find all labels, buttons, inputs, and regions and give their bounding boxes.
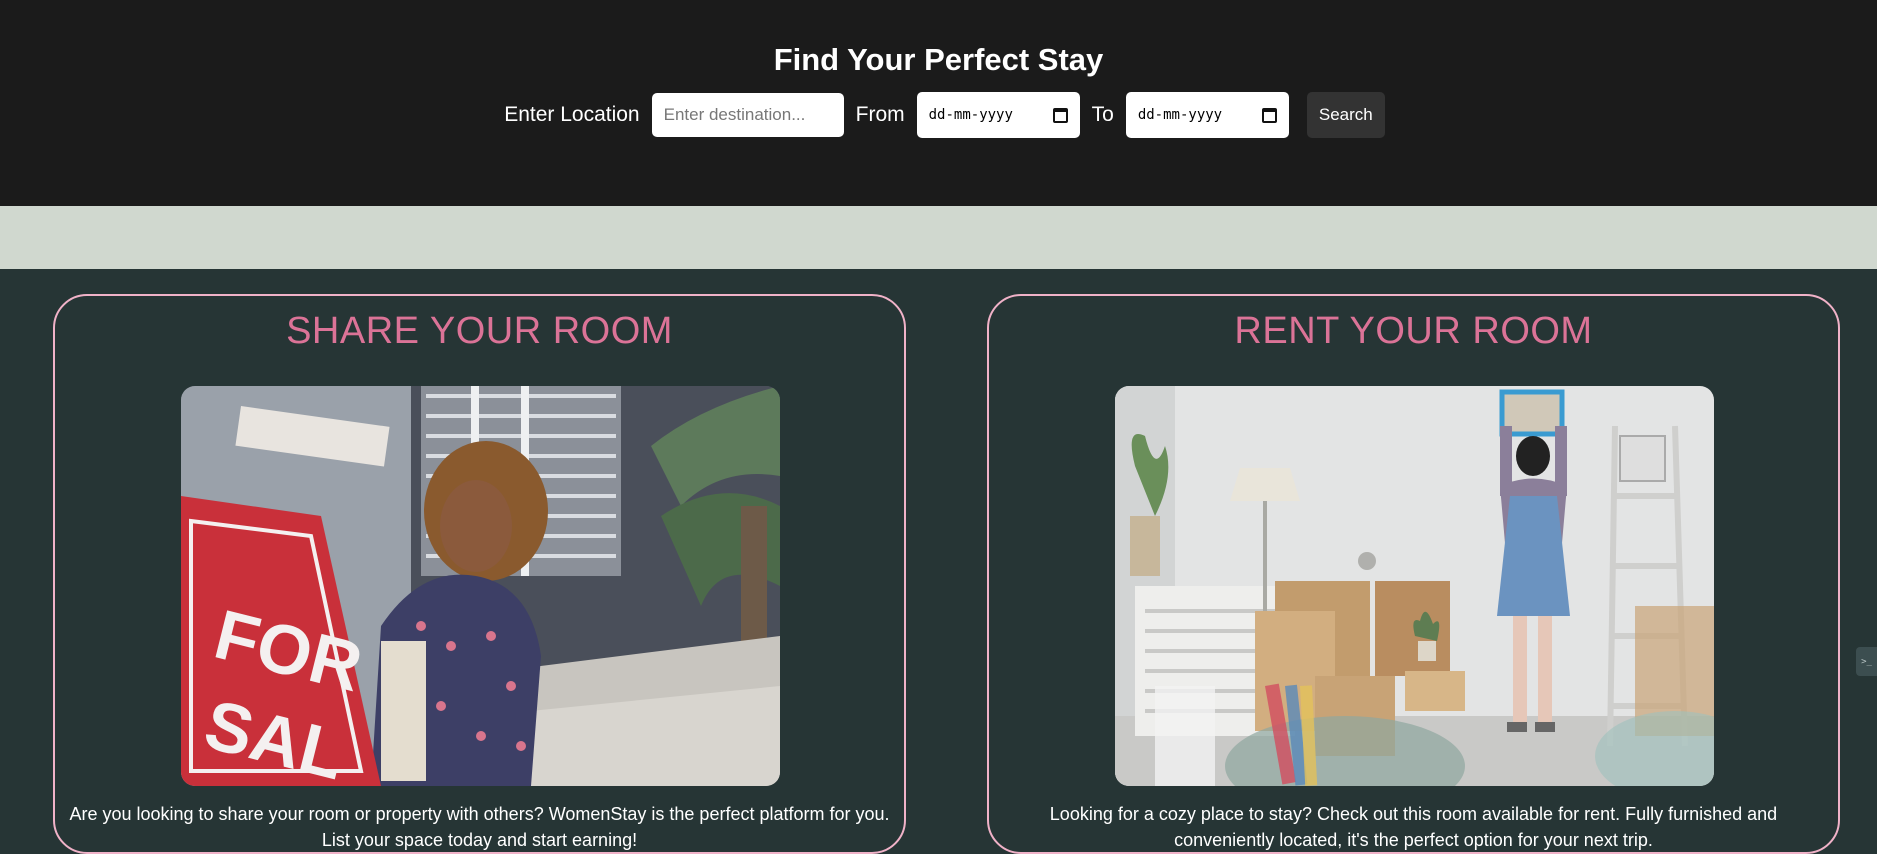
side-panel-toggle[interactable]: >_ — [1856, 647, 1877, 676]
calendar-icon[interactable] — [1261, 107, 1277, 123]
terminal-icon: >_ — [1861, 656, 1872, 667]
page-title: Find Your Perfect Stay — [773, 42, 1104, 77]
card-description: Are you looking to share your room or pr… — [69, 804, 890, 850]
divider-band — [0, 206, 1877, 269]
from-label: From — [855, 103, 905, 126]
to-date-value: dd-mm-yyyy — [1137, 107, 1223, 123]
search-hero: Find Your Perfect Stay Enter Location Fr… — [0, 0, 1877, 206]
search-form: Enter Location From dd-mm-yyyy To dd-mm-… — [0, 92, 1877, 138]
from-date-value: dd-mm-yyyy — [928, 107, 1013, 123]
card-title: RENT YOUR ROOM — [1234, 310, 1593, 352]
calendar-icon[interactable] — [1052, 107, 1068, 123]
share-room-card: SHARE YOUR ROOM FOR SAL Are you looking … — [53, 294, 906, 854]
card-description: Looking for a cozy place to stay? Check … — [1049, 804, 1778, 850]
location-input[interactable] — [651, 93, 844, 137]
to-date-input[interactable]: dd-mm-yyyy — [1125, 92, 1289, 138]
share-room-photo: FOR SAL — [181, 386, 780, 786]
card-title: SHARE YOUR ROOM — [286, 310, 673, 352]
rent-room-card: RENT YOUR ROOM Looking for a cozy place … — [987, 294, 1840, 854]
from-date-input[interactable]: dd-mm-yyyy — [916, 92, 1080, 138]
search-button[interactable]: Search — [1306, 92, 1385, 138]
rent-room-photo — [1115, 386, 1714, 786]
to-label: To — [1091, 103, 1114, 126]
location-label: Enter Location — [504, 103, 640, 126]
